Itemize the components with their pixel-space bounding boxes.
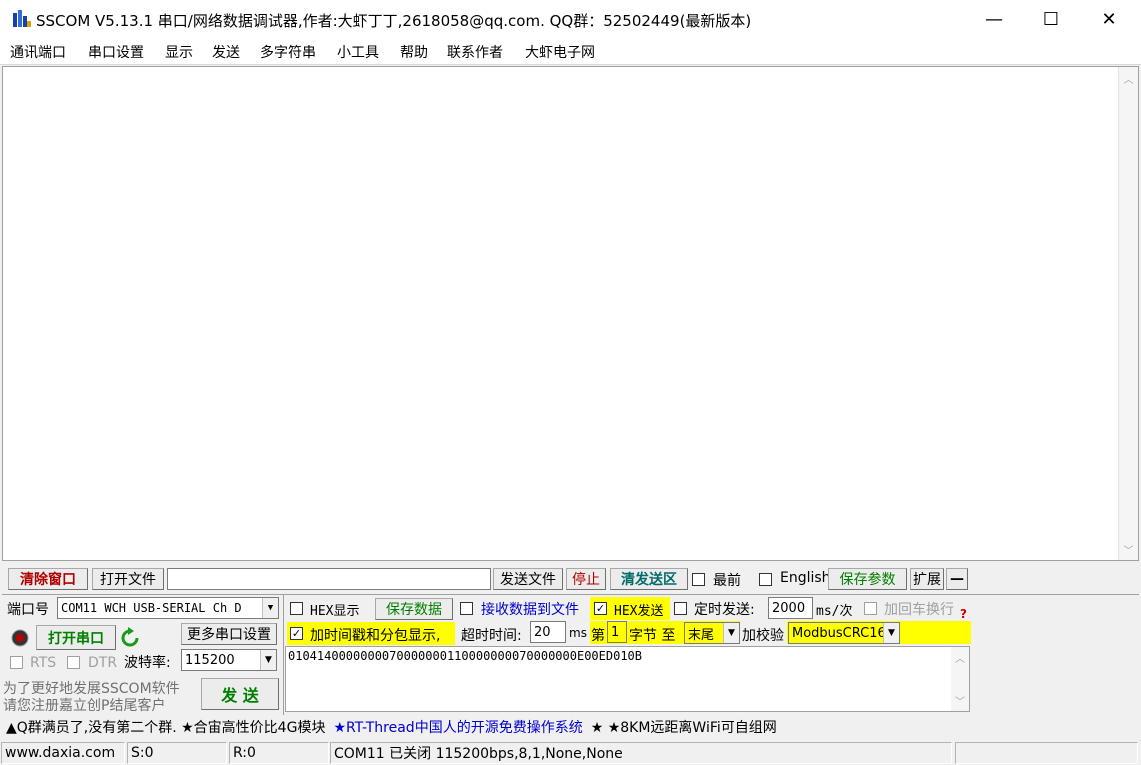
close-button[interactable]: ✕ <box>1080 0 1138 38</box>
menu-comm-port[interactable]: 通讯端口 <box>10 42 66 62</box>
topmost-label: 最前 <box>713 573 741 589</box>
open-file-button[interactable]: 打开文件 <box>92 568 164 590</box>
chevron-down-icon[interactable]: ▼ <box>723 623 739 643</box>
stop-button[interactable]: 停止 <box>566 568 606 590</box>
timeout-label: 超时时间: <box>461 628 522 644</box>
banner-text-1[interactable]: ▲Q群满员了,没有第二个群. ★合宙高性价比4G模块 <box>6 717 325 737</box>
byte-to-select[interactable]: 末尾 ▼ <box>684 622 740 644</box>
receive-scrollbar[interactable]: ︿ ﹀ <box>1118 67 1138 560</box>
checksum-label: 加校验 <box>742 628 784 644</box>
file-path-input[interactable] <box>167 568 491 590</box>
menu-daxia-site[interactable]: 大虾电子网 <box>525 42 595 62</box>
topmost-checkbox[interactable] <box>692 573 705 586</box>
dtr-label: DTR <box>88 655 118 671</box>
receive-area[interactable]: ︿ ﹀ <box>2 66 1139 561</box>
port-label: 端口号 <box>7 602 49 618</box>
interval-unit: ms/次 <box>816 604 853 619</box>
collapse-button[interactable]: — <box>946 568 968 590</box>
menu-bar: 通讯端口 串口设置 显示 发送 多字符串 小工具 帮助 联系作者 大虾电子网 <box>0 38 1141 65</box>
hex-send-label: HEX发送 <box>614 604 664 619</box>
ad-banner: ▲Q群满员了,没有第二个群. ★合宙高性价比4G模块 ★RT-Thread中国人… <box>2 716 1139 738</box>
expand-button[interactable]: 扩展 <box>910 568 944 590</box>
english-label: English <box>780 570 831 586</box>
sscom-app-icon <box>13 10 31 27</box>
promo-text-2[interactable]: 请您注册嘉立创P结尾客户 <box>3 695 165 715</box>
scroll-up-icon[interactable]: ︿ <box>1119 69 1138 87</box>
menu-tools[interactable]: 小工具 <box>337 42 379 62</box>
menu-contact-author[interactable]: 联系作者 <box>447 42 503 62</box>
minimize-button[interactable]: — <box>965 0 1023 38</box>
checksum-select[interactable]: ModbusCRC16 ▼ <box>788 622 900 644</box>
banner-text-3[interactable]: ★ ★8KM远距离WiFi可自组网 <box>591 717 777 737</box>
maximize-button[interactable]: ☐ <box>1022 0 1080 38</box>
status-sent: S:0 <box>127 742 227 764</box>
hex-display-checkbox[interactable] <box>290 602 303 615</box>
rts-checkbox[interactable] <box>10 656 23 669</box>
baud-select[interactable]: 115200 ▼ <box>181 649 277 671</box>
open-port-button[interactable]: 打开串口 <box>36 625 116 650</box>
chevron-down-icon[interactable]: ▼ <box>260 650 276 670</box>
status-received: R:0 <box>229 742 329 764</box>
timestamp-label: 加时间戳和分包显示, <box>310 628 441 644</box>
send-scrollbar[interactable]: ︿ ﹀ <box>951 647 969 711</box>
add-crlf-checkbox[interactable] <box>864 602 877 615</box>
more-serial-settings-button[interactable]: 更多串口设置 <box>181 623 277 645</box>
port-select[interactable]: COM11 WCH USB-SERIAL Ch D ▼ <box>57 597 279 619</box>
checksum-value: ModbusCRC16 <box>792 625 886 641</box>
scroll-down-icon[interactable]: ﹀ <box>955 693 965 708</box>
vertical-divider <box>283 595 284 715</box>
scroll-up-icon[interactable]: ︿ <box>955 650 965 665</box>
baud-select-value: 115200 <box>185 652 235 668</box>
add-crlf-label: 加回车换行 <box>884 602 954 618</box>
timeout-input[interactable]: 20 <box>530 621 566 643</box>
menu-serial-settings[interactable]: 串口设置 <box>88 42 144 62</box>
hex-send-checkbox[interactable]: ✓ <box>594 602 607 615</box>
title-bar: SSCOM V5.13.1 串口/网络数据调试器,作者:大虾丁丁,2618058… <box>0 0 1141 38</box>
send-file-button[interactable]: 发送文件 <box>493 568 563 590</box>
timed-send-label: 定时发送: <box>694 602 755 618</box>
clear-send-button[interactable]: 清发送区 <box>610 568 688 590</box>
byte-to-value: 末尾 <box>688 627 715 643</box>
status-website[interactable]: www.daxia.com <box>1 742 125 764</box>
save-params-button[interactable]: 保存参数 <box>828 568 907 590</box>
chevron-down-icon[interactable]: ▼ <box>883 623 899 643</box>
port-select-value: COM11 WCH USB-SERIAL Ch D <box>61 601 242 615</box>
menu-display[interactable]: 显示 <box>165 42 193 62</box>
banner-text-2[interactable]: ★RT-Thread中国人的开源免费操作系统 <box>333 717 582 737</box>
send-data-text: 0104140000000070000000110000000070000000… <box>288 649 643 663</box>
send-button[interactable]: 发 送 <box>201 678 279 710</box>
menu-multi-string[interactable]: 多字符串 <box>260 42 316 62</box>
window-title: SSCOM V5.13.1 串口/网络数据调试器,作者:大虾丁丁,2618058… <box>36 12 752 30</box>
timed-send-checkbox[interactable] <box>674 602 687 615</box>
byte-prefix-label: 第 <box>591 628 605 644</box>
interval-input[interactable]: 2000 <box>768 597 813 619</box>
scroll-down-icon[interactable]: ﹀ <box>1119 540 1138 558</box>
clear-window-button[interactable]: 清除窗口 <box>8 568 88 590</box>
baud-label: 波特率: <box>124 655 171 671</box>
send-data-area[interactable]: 0104140000000070000000110000000070000000… <box>285 646 970 712</box>
menu-send[interactable]: 发送 <box>212 42 240 62</box>
recv-to-file-checkbox[interactable] <box>460 602 473 615</box>
dtr-checkbox[interactable] <box>67 656 80 669</box>
menu-help[interactable]: 帮助 <box>400 42 428 62</box>
english-checkbox[interactable] <box>759 573 772 586</box>
timestamp-checkbox[interactable]: ✓ <box>290 627 303 640</box>
panel-divider <box>2 594 1139 595</box>
status-port-info: COM11 已关闭 115200bps,8,1,None,None <box>330 742 952 764</box>
byte-mid-label: 字节 至 <box>629 628 676 644</box>
refresh-icon[interactable] <box>120 627 140 649</box>
status-extra <box>955 742 1138 764</box>
save-data-button[interactable]: 保存数据 <box>375 598 453 620</box>
byte-from-input[interactable]: 1 <box>607 621 627 643</box>
recv-to-file-label: 接收数据到文件 <box>481 602 579 618</box>
port-status-led-icon <box>11 629 29 647</box>
hex-display-label: HEX显示 <box>310 604 360 619</box>
help-icon[interactable]: ? <box>960 607 967 621</box>
timeout-unit: ms <box>569 626 587 640</box>
rts-label: RTS <box>30 655 57 671</box>
chevron-down-icon[interactable]: ▼ <box>262 598 278 618</box>
